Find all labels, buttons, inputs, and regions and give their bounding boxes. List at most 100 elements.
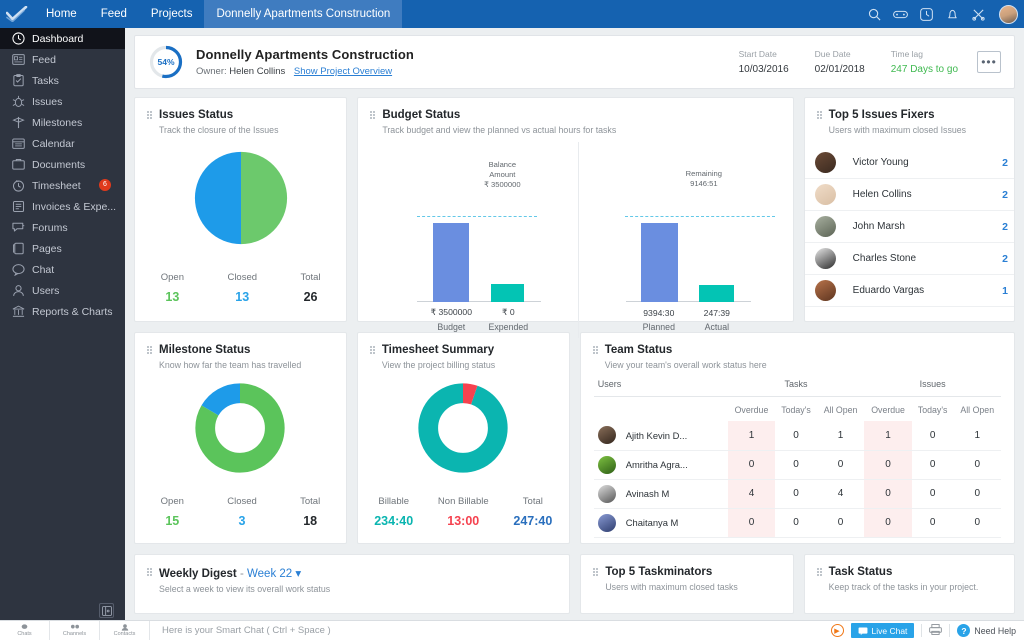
sidebar-item-milestones[interactable]: Milestones <box>0 112 125 133</box>
owner-label: Owner: <box>196 66 227 77</box>
feed-icon <box>11 53 25 67</box>
avatar <box>597 455 616 474</box>
sidebar-item-label: Forums <box>32 221 68 234</box>
fixer-count: 1 <box>1002 284 1008 297</box>
check-logo[interactable] <box>0 0 34 28</box>
clock-history-icon[interactable] <box>919 7 934 22</box>
caption-line: Amount <box>489 170 516 180</box>
table-cell: 0 <box>911 508 954 538</box>
drag-handle-icon[interactable] <box>369 346 375 354</box>
dashboard-row-1: Issues Status Track the closure of the I… <box>134 97 1015 338</box>
smart-chat-input[interactable]: Here is your Smart Chat ( Ctrl + Space ) <box>150 625 831 636</box>
play-circle-icon[interactable]: ▶ <box>830 624 844 637</box>
sidebar-item-invoices-expe[interactable]: Invoices & Expe... <box>0 196 125 217</box>
chat-tab-label: Channels <box>62 631 87 637</box>
dashboard-row-2: Milestone Status Know how far the team h… <box>134 332 1015 544</box>
card-subtitle: View the project billing status <box>381 360 496 370</box>
table-cell: 0 <box>911 450 954 480</box>
avatar <box>814 216 836 237</box>
sidebar-item-users[interactable]: Users <box>0 280 125 301</box>
card-subtitle: Track the closure of the Issues <box>159 125 279 135</box>
col-tasks-today: Today's <box>781 405 811 415</box>
table-row[interactable]: Avinash M404000 <box>593 479 1001 509</box>
list-item[interactable]: John Marsh 2 <box>804 211 1014 243</box>
collapse-panel-icon[interactable] <box>99 603 114 618</box>
fixer-count: 2 <box>1002 156 1008 169</box>
bell-icon[interactable] <box>945 7 960 22</box>
top-bar-icons <box>867 0 1018 28</box>
drag-handle-icon[interactable] <box>147 346 152 354</box>
user-avatar[interactable] <box>999 4 1018 24</box>
project-title-block: Donnelly Apartments Construction Owner: … <box>196 47 414 77</box>
sidebar-item-chat[interactable]: Chat <box>0 259 125 280</box>
bar-expended <box>491 284 525 302</box>
sidebar-item-feed[interactable]: Feed <box>0 49 125 70</box>
drag-handle-icon[interactable] <box>816 111 822 119</box>
chat-tab-contacts[interactable]: Contacts <box>100 620 150 640</box>
week-selector[interactable]: Week 22 <box>247 568 292 580</box>
drag-handle-icon[interactable] <box>370 111 376 119</box>
drag-handle-icon[interactable] <box>592 346 598 354</box>
sidebar-item-calendar[interactable]: Calendar <box>0 133 125 154</box>
live-chat-button[interactable]: Live Chat <box>850 623 915 638</box>
fixer-name: Eduardo Vargas <box>852 285 925 296</box>
need-help-button[interactable]: ? Need Help <box>957 624 1016 637</box>
col-issues-today: Today's <box>917 405 948 415</box>
card-title: Top 5 Issues Fixers <box>828 109 935 121</box>
sidebar-item-label: Calendar <box>32 137 75 150</box>
card-milestone-status: Milestone Status Know how far the team h… <box>134 332 347 544</box>
sidebar-item-issues[interactable]: Issues <box>0 91 125 112</box>
chat-tab-channels[interactable]: Channels <box>50 620 100 640</box>
list-item[interactable]: Eduardo Vargas 1 <box>804 275 1014 307</box>
nav-item-current-project[interactable]: Donnelly Apartments Construction <box>204 0 403 28</box>
printer-icon[interactable] <box>929 622 943 640</box>
nav-item-projects[interactable]: Projects <box>139 0 205 28</box>
sidebar-item-label: Documents <box>32 158 86 171</box>
table-group-header-row: Users Tasks Issues <box>594 379 1001 396</box>
table-cell: 1 <box>953 421 1001 451</box>
list-item[interactable]: Helen Collins 2 <box>804 179 1014 211</box>
table-row[interactable]: Chaitanya M000000 <box>593 508 1001 538</box>
sidebar-item-reports-charts[interactable]: Reports & Charts <box>0 301 125 322</box>
search-icon[interactable] <box>867 7 882 22</box>
channels-icon <box>70 624 79 629</box>
fixer-name: Charles Stone <box>852 253 917 264</box>
table-row[interactable]: Amritha Agra... 0 0 0 0 0 0 <box>593 450 1001 480</box>
drag-handle-icon[interactable] <box>593 568 599 576</box>
caption-line: Remaining <box>685 169 722 178</box>
tools-icon[interactable] <box>971 7 986 22</box>
stat-value: 3 <box>238 514 246 528</box>
sidebar-item-label: Milestones <box>32 116 83 129</box>
sidebar-item-documents[interactable]: Documents <box>0 154 125 175</box>
chevron-down-icon[interactable]: ▾ <box>295 568 301 580</box>
stat-total: Total 18 <box>300 496 320 528</box>
nav-item-home[interactable]: Home <box>34 0 89 28</box>
bottom-chat-bar: Chats Channels Contacts Here is your Sma… <box>0 620 1024 640</box>
show-project-overview-link[interactable]: Show Project Overview <box>294 66 392 77</box>
chat-bar-actions: ▶ Live Chat ? Need Help <box>830 622 1024 640</box>
sidebar-item-timesheet[interactable]: Timesheet 6 <box>0 175 125 196</box>
sidebar-item-tasks[interactable]: Tasks <box>0 70 125 91</box>
timesheet-clock-icon <box>11 179 25 193</box>
list-item[interactable]: Charles Stone 2 <box>804 243 1014 275</box>
sidebar-item-forums[interactable]: Forums <box>0 217 125 238</box>
sidebar-item-pages[interactable]: Pages <box>0 238 125 259</box>
time-lag-label: Time lag <box>890 49 924 59</box>
drag-handle-icon[interactable] <box>816 568 822 576</box>
drag-handle-icon[interactable] <box>147 111 152 119</box>
list-item[interactable]: Victor Young 2 <box>804 147 1014 179</box>
table-head: Users Tasks Issues Overdue Today's All O… <box>593 379 1001 421</box>
more-options-button[interactable]: ••• <box>977 51 1001 73</box>
nav-item-feed[interactable]: Feed <box>89 0 139 28</box>
chat-tab-label: Chats <box>17 631 32 637</box>
card-subtitle: View your team's overall work status her… <box>604 360 767 370</box>
sidebar-item-dashboard[interactable]: Dashboard <box>0 28 125 49</box>
fixer-name: Helen Collins <box>852 189 912 200</box>
game-controller-icon[interactable] <box>893 7 908 22</box>
table-cell: 0 <box>953 450 1001 480</box>
chat-tab-chats[interactable]: Chats <box>0 620 50 640</box>
table-row[interactable]: Ajith Kevin D... 1 0 1 1 0 1 <box>593 421 1001 451</box>
drag-handle-icon[interactable] <box>147 568 152 576</box>
bar-value-expended: ₹ 0 <box>502 307 515 317</box>
stat-value: 26 <box>303 290 318 304</box>
